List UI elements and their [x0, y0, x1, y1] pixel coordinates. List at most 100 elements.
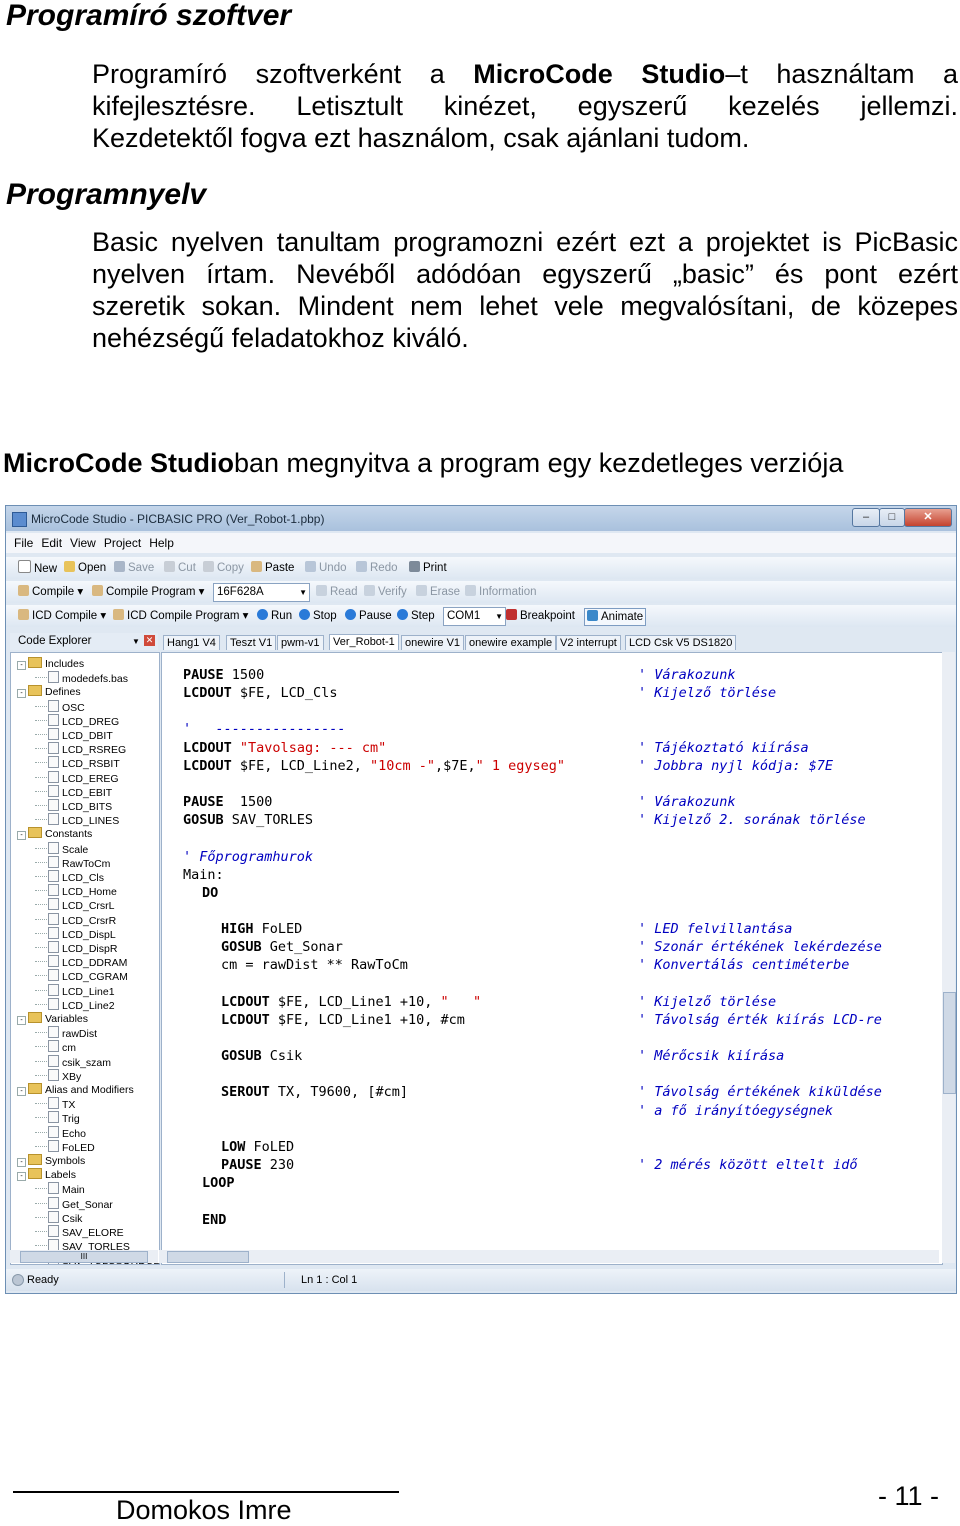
erase-button[interactable]: Erase: [416, 584, 460, 600]
icd-compile-button[interactable]: ICD Compile ▾: [18, 608, 106, 624]
device-select[interactable]: 16F628A ▼: [213, 583, 310, 602]
tree-item[interactable]: Scale: [35, 841, 88, 856]
tree-item[interactable]: LCD_Line1: [35, 983, 115, 998]
tree-item[interactable]: rawDist: [35, 1026, 97, 1040]
tree-folder[interactable]: - Labels: [17, 1168, 76, 1182]
close-icon[interactable]: ✕: [904, 508, 952, 527]
tree-folder[interactable]: - Defines: [17, 685, 81, 699]
tree-item[interactable]: LCD_Home: [35, 884, 117, 898]
icd-compile-program-button[interactable]: ICD Compile Program ▾: [113, 608, 248, 624]
tree-item[interactable]: csik_szam: [35, 1054, 111, 1069]
tree-item[interactable]: LCD_DREG: [35, 713, 119, 728]
menu-view[interactable]: View: [70, 533, 96, 553]
tree-item[interactable]: LCD_DispR: [35, 941, 117, 955]
tree-item[interactable]: Main: [35, 1182, 85, 1196]
information-button[interactable]: Information: [465, 584, 537, 600]
print-button[interactable]: Print: [409, 560, 447, 576]
tree-item[interactable]: LCD_CrsrL: [35, 898, 115, 912]
copy-button[interactable]: Copy: [203, 560, 244, 576]
scroll-thumb[interactable]: [167, 1251, 249, 1263]
tree-item[interactable]: cm: [35, 1040, 76, 1054]
tree-item[interactable]: modedefs.bas: [35, 671, 128, 685]
animate-toggle[interactable]: Animate: [584, 608, 647, 626]
collapse-icon[interactable]: -: [17, 831, 26, 841]
tab-file[interactable]: Ver_Robot-1: [329, 634, 399, 650]
scroll-thumb[interactable]: III: [20, 1251, 148, 1263]
tree-item[interactable]: SAV_ELORE: [35, 1225, 124, 1239]
tab-file[interactable]: LCD Csk V5 DS1820: [625, 635, 737, 650]
tree-item[interactable]: LCD_CrsrR: [35, 912, 116, 927]
menu-file[interactable]: File: [14, 533, 33, 553]
tree-item[interactable]: XBy: [35, 1068, 81, 1083]
editor-vertical-scrollbar[interactable]: [942, 652, 956, 1263]
collapse-icon[interactable]: -: [17, 689, 26, 699]
tree-folder[interactable]: - Symbols: [17, 1154, 85, 1168]
pause-button[interactable]: Pause: [345, 608, 392, 624]
tab-file[interactable]: V2 interrupt: [556, 635, 621, 650]
tree-item[interactable]: LCD_RSBIT: [35, 756, 120, 770]
explorer-horizontal-scrollbar[interactable]: III: [10, 1250, 158, 1263]
tab-file[interactable]: Teszt V1: [226, 635, 277, 650]
open-button[interactable]: Open: [64, 560, 106, 576]
code-editor[interactable]: PAUSE 1500 ' Várakozunk LCDOUT $FE, LCD_Cl…: [161, 652, 943, 1265]
collapse-icon[interactable]: -: [17, 1172, 26, 1182]
editor-horizontal-scrollbar[interactable]: [159, 1250, 939, 1263]
tree-item[interactable]: LCD_DBIT: [35, 728, 113, 742]
tree-item[interactable]: RawToCm: [35, 855, 110, 870]
tree-item[interactable]: FoLED: [35, 1139, 95, 1154]
collapse-icon[interactable]: -: [17, 1158, 26, 1167]
menu-project[interactable]: Project: [104, 533, 141, 553]
compile-button[interactable]: Compile ▾: [18, 584, 83, 600]
tab-file[interactable]: onewire example: [465, 635, 557, 650]
close-icon[interactable]: ✕: [144, 635, 155, 646]
tree-item[interactable]: Trig: [35, 1111, 80, 1125]
save-button[interactable]: Save: [114, 560, 154, 576]
new-button[interactable]: New: [18, 560, 57, 577]
verify-button[interactable]: Verify: [364, 584, 407, 600]
step-button[interactable]: Step: [397, 608, 435, 624]
tree-item[interactable]: OSC: [35, 699, 85, 714]
menu-help[interactable]: Help: [149, 533, 174, 553]
tree-item[interactable]: LCD_RSREG: [35, 742, 126, 756]
redo-button[interactable]: Redo: [356, 560, 398, 576]
port-select[interactable]: COM1 ▼: [443, 607, 506, 626]
minimize-icon[interactable]: –: [852, 508, 880, 527]
tree-item[interactable]: Get_Sonar: [35, 1196, 113, 1211]
chevron-down-icon[interactable]: ▼: [132, 633, 140, 650]
compile-program-button[interactable]: Compile Program ▾: [92, 584, 204, 600]
tree-item[interactable]: LCD_Line2: [35, 997, 115, 1012]
paste-button[interactable]: Paste: [251, 560, 294, 576]
tab-file[interactable]: Hang1 V4: [163, 635, 220, 650]
tree-item[interactable]: TX: [35, 1097, 75, 1111]
tree-item[interactable]: LCD_EBIT: [35, 784, 112, 799]
collapse-icon[interactable]: -: [17, 1087, 26, 1096]
tree-item[interactable]: LCD_CGRAM: [35, 969, 128, 983]
read-icon: [316, 585, 327, 596]
tree-item[interactable]: Echo: [35, 1125, 86, 1140]
maximize-icon[interactable]: □: [879, 508, 905, 527]
tree-item[interactable]: LCD_Cls: [35, 870, 104, 884]
tree-folder[interactable]: - Includes: [17, 657, 84, 671]
collapse-icon[interactable]: -: [17, 661, 26, 670]
tree-item[interactable]: LCD_DispL: [35, 926, 116, 941]
tree-item[interactable]: LCD_BITS: [35, 799, 112, 813]
read-button[interactable]: Read: [316, 584, 358, 600]
scroll-thumb[interactable]: [943, 992, 956, 1094]
tree-folder[interactable]: - Constants: [17, 827, 92, 841]
breakpoint-button[interactable]: Breakpoint: [506, 608, 575, 624]
tree-folder[interactable]: - Alias and Modifiers: [17, 1083, 134, 1097]
tree-item[interactable]: LCD_LINES: [35, 813, 119, 827]
menu-edit[interactable]: Edit: [41, 533, 62, 553]
collapse-icon[interactable]: -: [17, 1016, 26, 1025]
tree-item[interactable]: LCD_EREG: [35, 770, 119, 785]
tab-file[interactable]: pwm-v1: [277, 635, 324, 650]
tab-file[interactable]: onewire V1: [401, 635, 465, 650]
undo-button[interactable]: Undo: [305, 560, 347, 576]
chevron-down-icon: ▼: [495, 612, 503, 621]
run-button[interactable]: Run: [257, 608, 292, 624]
tree-item[interactable]: Csik: [35, 1210, 82, 1225]
stop-button[interactable]: Stop: [299, 608, 337, 624]
tree-folder[interactable]: - Variables: [17, 1012, 88, 1026]
tree-item[interactable]: LCD_DDRAM: [35, 955, 127, 969]
cut-button[interactable]: Cut: [164, 560, 196, 576]
